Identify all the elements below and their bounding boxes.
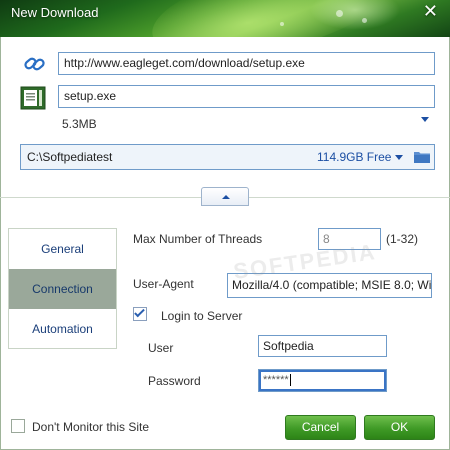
chevron-down-icon[interactable] (395, 155, 403, 160)
folder-icon[interactable] (414, 150, 430, 163)
water-drop (280, 22, 284, 26)
threads-range: (1-32) (386, 232, 419, 246)
ok-button[interactable]: OK (364, 415, 435, 440)
sidebar-item-connection[interactable]: Connection (9, 269, 116, 309)
chevron-down-icon[interactable] (421, 117, 429, 122)
threads-label: Max Number of Threads (133, 232, 263, 246)
chevron-up-icon (222, 195, 230, 199)
close-icon[interactable]: ✕ (423, 1, 438, 22)
text-caret (289, 374, 291, 387)
password-label: Password (148, 374, 201, 388)
file-size: 5.3MB (62, 117, 97, 131)
cancel-button[interactable]: Cancel (285, 415, 356, 440)
water-drop (336, 10, 343, 17)
free-space: 114.9GB Free (317, 150, 392, 164)
dont-monitor-checkbox[interactable] (11, 419, 25, 433)
checkmark-icon (134, 306, 145, 318)
password-input[interactable]: ****** (258, 369, 387, 392)
save-path: C:\Softpediatest (27, 150, 113, 164)
login-checkbox[interactable] (133, 306, 147, 321)
password-value: ****** (263, 374, 289, 386)
window-title: New Download (11, 5, 99, 20)
water-drop (362, 18, 367, 23)
sidebar-item-automation[interactable]: Automation (9, 309, 116, 349)
user-agent-label: User-Agent (133, 277, 194, 291)
dont-monitor-label: Don't Monitor this Site (32, 420, 150, 434)
collapse-button[interactable] (201, 187, 249, 206)
login-label: Login to Server (161, 309, 243, 323)
url-input[interactable]: http://www.eagleget.com/download/setup.e… (58, 52, 435, 75)
title-bar: New Download ✕ (0, 0, 450, 37)
user-input[interactable]: Softpedia (258, 335, 387, 357)
user-label: User (148, 341, 174, 355)
file-icon (20, 85, 48, 111)
options-sidebar: General Connection Automation (8, 228, 117, 349)
user-agent-input[interactable]: Mozilla/4.0 (compatible; MSIE 8.0; Wi (227, 273, 432, 298)
sidebar-item-general[interactable]: General (9, 229, 116, 269)
link-icon (22, 53, 48, 75)
threads-input[interactable]: 8 (318, 228, 381, 250)
save-path-selector[interactable]: C:\Softpediatest 114.9GB Free (20, 144, 435, 170)
filename-input[interactable]: setup.exe (58, 85, 435, 108)
